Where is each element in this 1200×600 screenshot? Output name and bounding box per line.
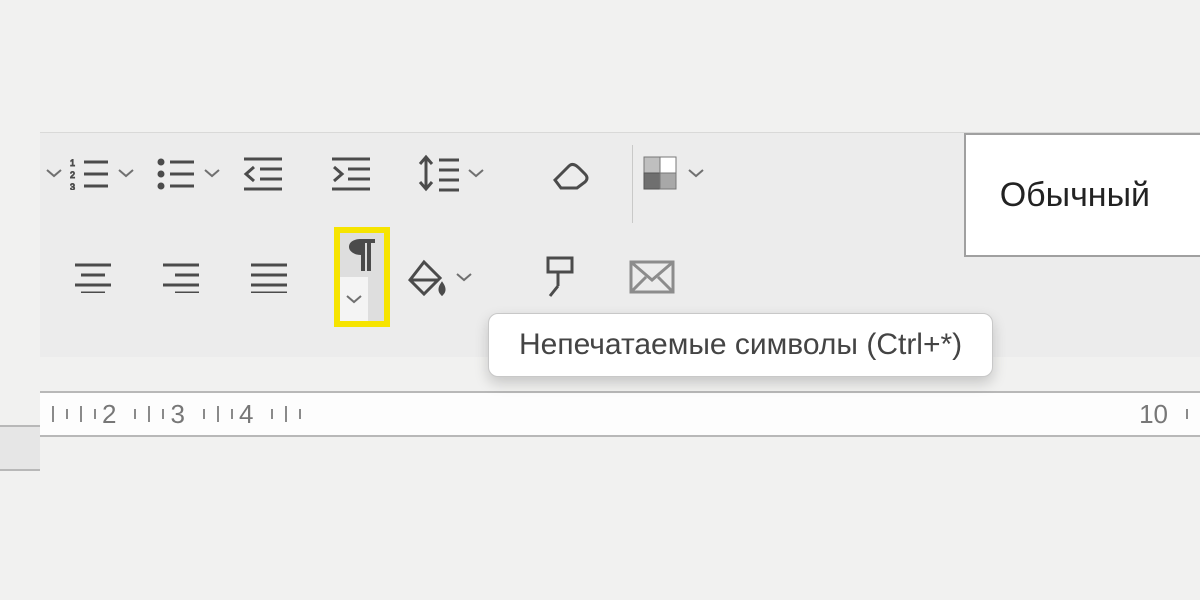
ruler-number: 2: [96, 399, 122, 430]
chevron-down-icon[interactable]: [112, 151, 140, 195]
formatting-toolbar: Обычный 1 2 3: [40, 132, 1200, 357]
ruler-number: 10: [1133, 399, 1174, 430]
svg-text:3: 3: [70, 182, 75, 190]
align-center-button[interactable]: [70, 255, 116, 299]
fill-color-button[interactable]: [404, 255, 450, 299]
clear-formatting-button[interactable]: [546, 151, 596, 195]
formatting-marks-highlight: [334, 227, 390, 327]
increase-indent-button[interactable]: [328, 151, 374, 195]
tooltip: Непечатаемые символы (Ctrl+*): [488, 313, 993, 377]
svg-text:2: 2: [70, 170, 75, 180]
color-theme-button[interactable]: [638, 151, 682, 195]
paragraph-style-label: Обычный: [1000, 176, 1150, 215]
chevron-down-icon[interactable]: [682, 151, 710, 195]
chevron-down-icon[interactable]: [340, 277, 368, 321]
line-spacing-button[interactable]: [416, 151, 462, 195]
ruler-number: 3: [164, 399, 190, 430]
chevron-down-icon[interactable]: [198, 151, 226, 195]
paragraph-style-selector[interactable]: Обычный: [964, 133, 1200, 257]
ruler-leading: [0, 425, 40, 471]
justify-button[interactable]: [246, 255, 292, 299]
clone-formatting-button[interactable]: [534, 255, 584, 299]
envelope-button[interactable]: [626, 255, 678, 299]
ruler-container: 2 3 4 10: [40, 391, 1200, 437]
tooltip-text: Непечатаемые символы (Ctrl+*): [519, 328, 962, 361]
chevron-down-icon[interactable]: [462, 151, 490, 195]
horizontal-ruler[interactable]: 2 3 4 10: [40, 391, 1200, 437]
bulleted-list-button[interactable]: [154, 151, 198, 195]
chevron-down-icon[interactable]: [450, 255, 478, 299]
chevron-down-icon[interactable]: [40, 151, 68, 195]
formatting-marks-button[interactable]: [340, 233, 384, 277]
numbered-list-button[interactable]: 1 2 3: [68, 151, 112, 195]
decrease-indent-button[interactable]: [240, 151, 286, 195]
align-right-button[interactable]: [158, 255, 204, 299]
toolbar-separator: [632, 145, 633, 223]
svg-text:1: 1: [70, 158, 75, 168]
ruler-number: 4: [233, 399, 259, 430]
